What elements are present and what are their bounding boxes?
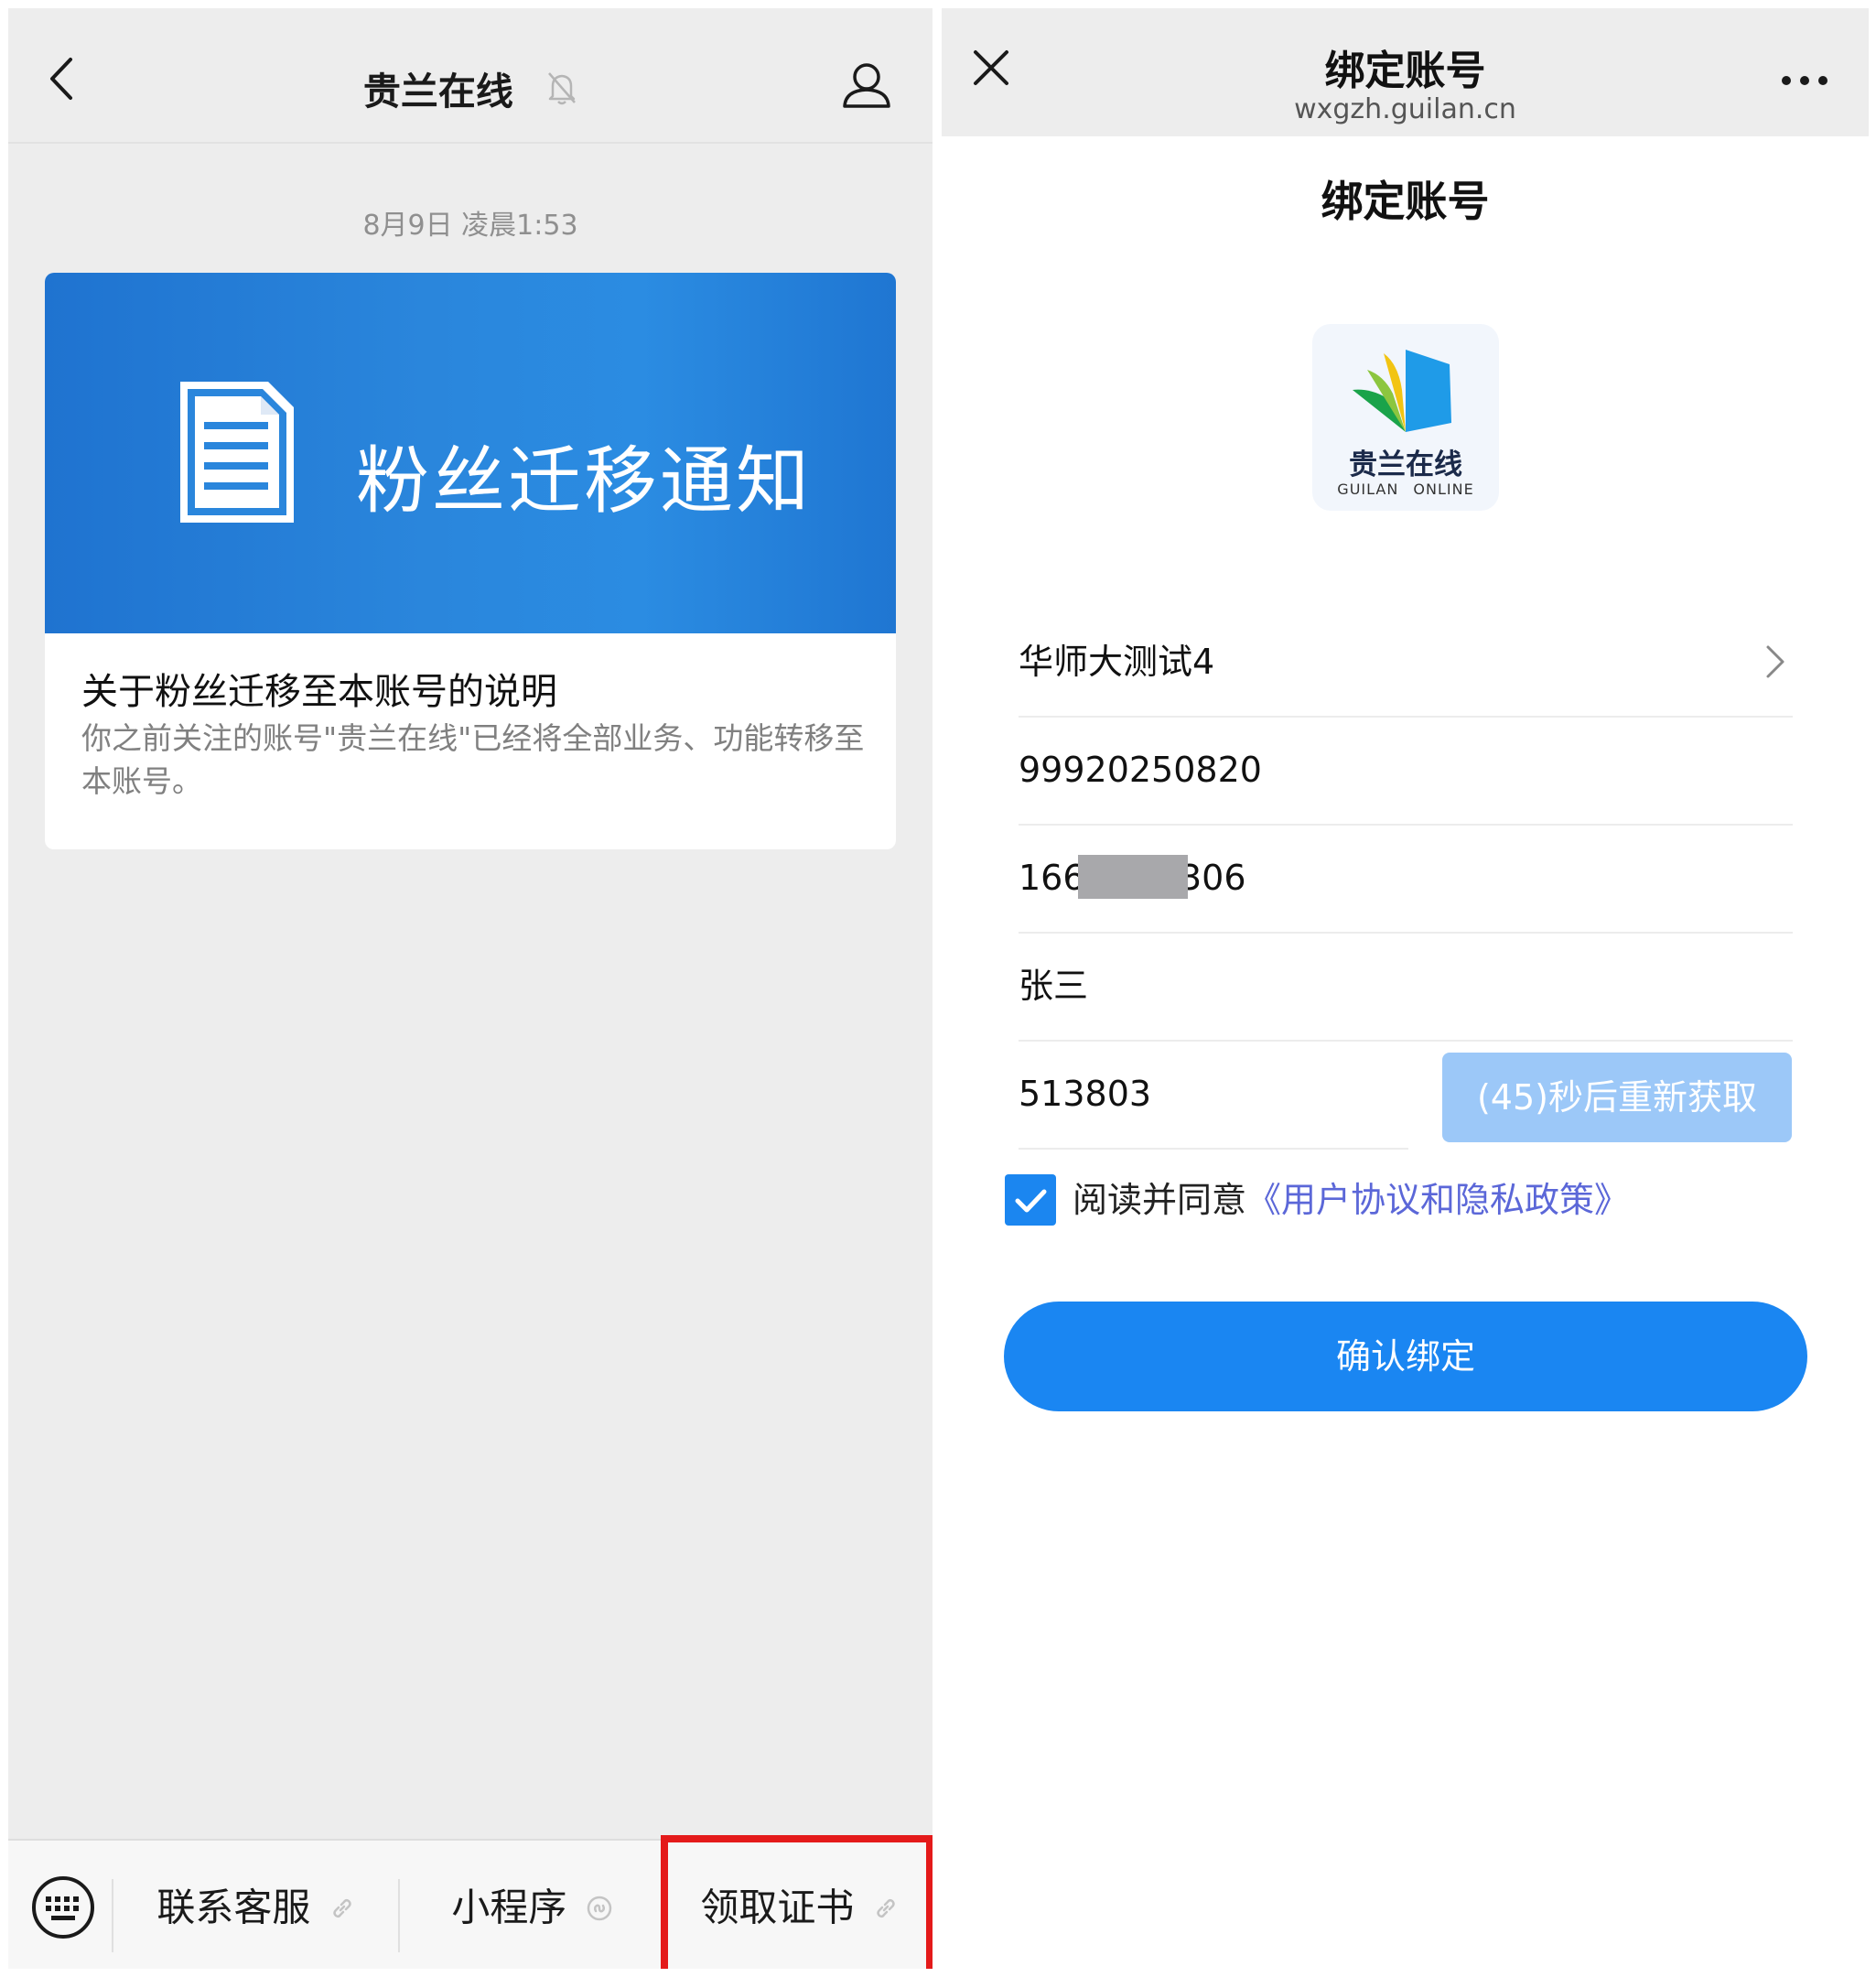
student-id-field[interactable]: 99920250820 — [1019, 716, 1793, 826]
school-value: 华师大测试4 — [1019, 642, 1215, 682]
chat-panel: 贵兰在线 8月9日 凌晨1:53 粉丝迁移通知 关于粉丝迁移至本账号的说明 你之… — [8, 8, 933, 1969]
verification-code-field[interactable]: 513803 — [1019, 1040, 1408, 1150]
bind-account-page: 绑定账号 wxgzh.guilan.cn 绑定账号 贵兰在线 GUILAN ON… — [942, 8, 1869, 1969]
message-timestamp: 8月9日 凌晨1:53 — [362, 210, 578, 242]
app-logo: 贵兰在线 GUILAN ONLINE — [1312, 324, 1499, 511]
article-title: 关于粉丝迁移至本账号的说明 — [81, 671, 557, 713]
webview-header: 绑定账号 wxgzh.guilan.cn — [942, 8, 1869, 136]
webview-title: 绑定账号 — [1324, 48, 1486, 94]
link-icon — [330, 1896, 354, 1920]
more-dots-icon[interactable] — [1781, 74, 1828, 87]
agreement-text: 阅读并同意《用户协议和隐私政策》 — [1073, 1174, 1629, 1226]
name-field[interactable]: 张三 — [1019, 932, 1793, 1042]
article-description: 你之前关注的账号"贵兰在线"已经将全部业务、功能转移至本账号。 — [81, 720, 865, 799]
mini-program-icon — [587, 1896, 612, 1921]
menu-item-customer-service[interactable]: 联系客服 — [113, 1841, 397, 1969]
person-icon[interactable] — [841, 61, 892, 109]
agreement-label: 阅读并同意 — [1073, 1180, 1247, 1220]
article-card[interactable]: 粉丝迁移通知 关于粉丝迁移至本账号的说明 你之前关注的账号"贵兰在线"已经将全部… — [45, 273, 896, 849]
name-value: 张三 — [1019, 966, 1089, 1006]
document-icon — [173, 376, 301, 530]
phone-field[interactable]: 166 306 — [1019, 824, 1793, 934]
keyboard-icon[interactable] — [30, 1874, 96, 1940]
chat-header: 贵兰在线 — [8, 8, 933, 144]
panel-separator — [933, 0, 942, 1977]
privacy-policy-link[interactable]: 《用户协议和隐私政策》 — [1246, 1180, 1629, 1220]
phone-prefix: 166 — [1019, 858, 1085, 898]
logo-name-en: GUILAN ONLINE — [1337, 481, 1474, 498]
cover-title: 粉丝迁移通知 — [356, 438, 812, 524]
school-select[interactable]: 华师大测试4 — [1019, 608, 1793, 718]
chat-title-row: 贵兰在线 — [8, 8, 933, 142]
logo-name-cn: 贵兰在线 — [1349, 448, 1462, 481]
page-heading: 绑定账号 — [1321, 177, 1490, 226]
checkmark-icon — [1015, 1189, 1047, 1213]
menu-item-label: 小程序 — [451, 1885, 567, 1930]
code-value: 513803 — [1019, 1074, 1152, 1114]
menu-item-label: 联系客服 — [156, 1885, 311, 1930]
highlight-box — [661, 1835, 933, 1969]
menu-item-mini-program[interactable]: 小程序 — [400, 1841, 663, 1969]
book-logo-icon — [1349, 344, 1462, 436]
confirm-bind-button[interactable]: 确认绑定 — [1004, 1302, 1807, 1411]
webview-url: wxgzh.guilan.cn — [1294, 93, 1516, 125]
student-id-value: 99920250820 — [1019, 750, 1262, 790]
phone-redaction-mask — [1078, 855, 1188, 899]
chat-title: 贵兰在线 — [362, 70, 513, 113]
article-cover: 粉丝迁移通知 — [45, 273, 896, 633]
chevron-right-icon — [1765, 644, 1785, 679]
resend-code-button[interactable]: (45)秒后重新获取 — [1442, 1053, 1792, 1142]
phone-suffix: 306 — [1180, 858, 1246, 898]
agree-checkbox[interactable] — [1005, 1174, 1056, 1226]
bell-muted-icon — [546, 70, 577, 105]
